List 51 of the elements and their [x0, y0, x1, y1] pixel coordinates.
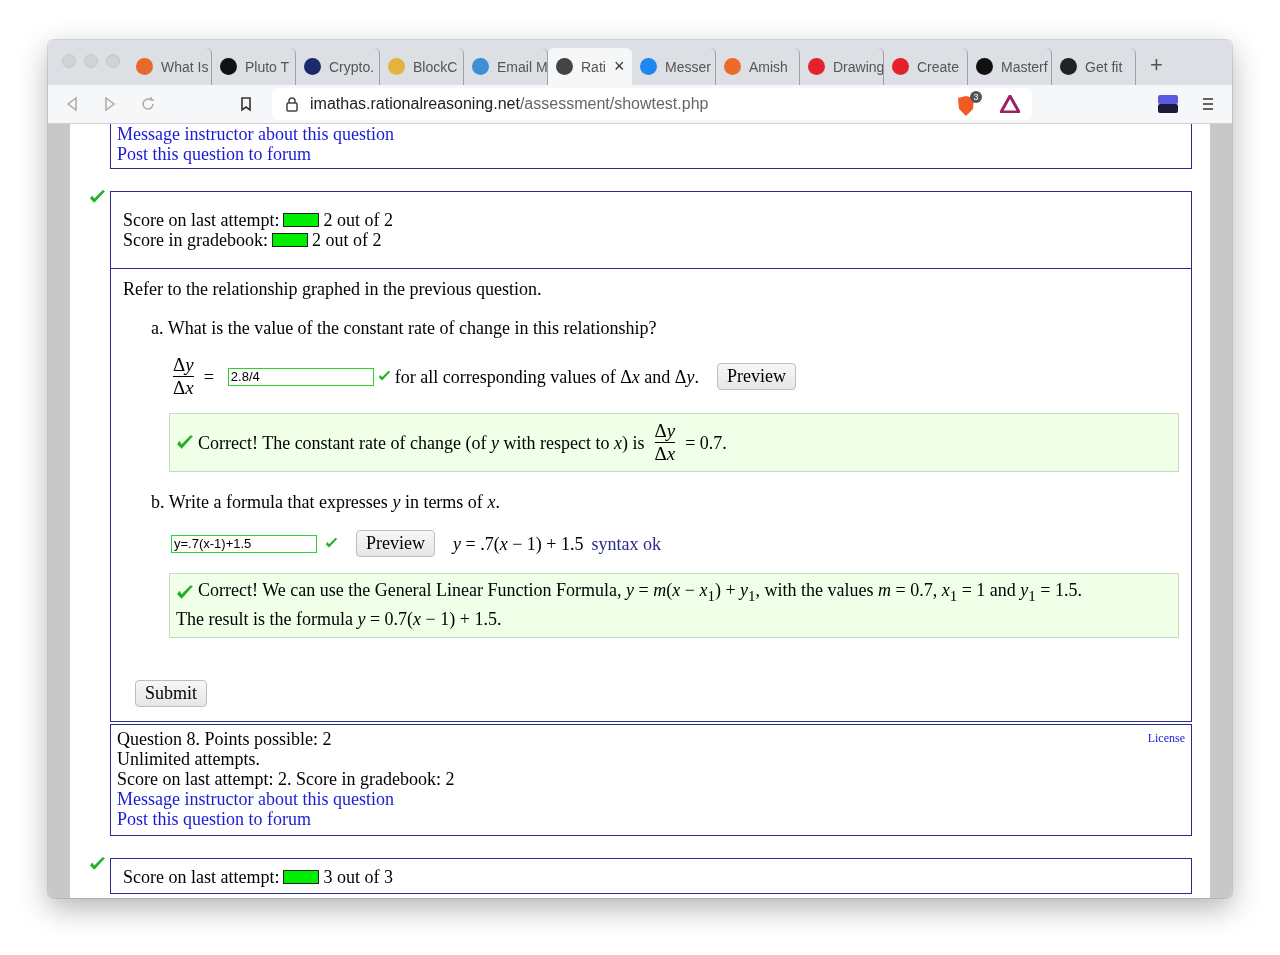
- preview-button[interactable]: Preview: [716, 363, 796, 390]
- syntax-status: syntax ok: [591, 533, 661, 554]
- lock-icon: [284, 96, 300, 112]
- score-label: Score in gradebook:: [123, 230, 268, 250]
- feedback-text: Correct! The constant rate of change (of y with respect to x) is: [198, 432, 645, 453]
- bookmark-icon[interactable]: [238, 96, 254, 112]
- question-text: b. Write a formula that expresses y in terms of x.: [151, 492, 500, 512]
- formula-preview: y = .7(x − 1) + 1.5: [453, 533, 584, 554]
- question-text: a. What is the value of the constant rate of change in this relationship?: [151, 318, 657, 338]
- info-text: Unlimited attempts.: [117, 748, 260, 769]
- forum-link[interactable]: Message instructor about this question: [117, 124, 394, 144]
- new-tab-button[interactable]: +: [1150, 52, 1163, 78]
- info-text: Question 8. Points possible: 2: [117, 728, 332, 749]
- question-text: Refer to the relationship graphed in the previous question.: [123, 279, 542, 299]
- browser-tab[interactable]: Rati ×: [548, 48, 632, 85]
- equals-sign: =: [203, 366, 214, 387]
- fraction: Δy Δx: [173, 354, 194, 399]
- feedback-text: Correct! We can use the General Linear Function Formula, y = m(x − x$_{1}$) + y$_{1}$, with the values m = 0.7, x$_{1}$ = 1 and y$_{1}$ = 1.5.: [198, 580, 1082, 606]
- fraction: Δy Δx: [654, 420, 676, 465]
- menu-icon[interactable]: [1200, 96, 1216, 112]
- check-icon: [89, 189, 106, 206]
- zoom-light[interactable]: [106, 54, 120, 68]
- feedback-text: = 0.7.: [685, 432, 727, 453]
- preview-button[interactable]: Preview: [356, 530, 435, 557]
- score-label: Score on last attempt:: [123, 866, 280, 887]
- reload-icon[interactable]: [140, 96, 156, 112]
- score-value: 3 out of 3: [323, 866, 393, 887]
- info-text: Score on last attempt: 2. Score in gradebook: 2: [117, 768, 455, 789]
- forum-link[interactable]: Message instructor about this question: [117, 788, 394, 809]
- extension-icon[interactable]: [1158, 95, 1178, 113]
- close-light[interactable]: [62, 54, 76, 68]
- check-icon: [89, 855, 106, 873]
- forum-link[interactable]: Post this question to forum: [117, 808, 311, 829]
- count-badge: 3: [970, 91, 982, 103]
- forum-link[interactable]: Post this question to forum: [117, 144, 311, 164]
- submit-button[interactable]: Submit: [135, 679, 207, 707]
- license-link[interactable]: License: [1147, 730, 1185, 746]
- back-icon[interactable]: [64, 96, 80, 112]
- close-tab-icon[interactable]: ×: [613, 56, 625, 77]
- score-value: 2 out of 2: [311, 230, 382, 250]
- shield-button[interactable]: 3: [956, 91, 982, 117]
- address-bar[interactable]: imathas.rationalreasoning.net/assessment/showtest.php 3: [272, 88, 1032, 120]
- triangle-icon[interactable]: [1000, 95, 1020, 113]
- score-value: 2 out of 2: [323, 210, 393, 230]
- answer-suffix: for all corresponding values of Δx and Δy.: [394, 366, 699, 387]
- minimize-light[interactable]: [84, 54, 98, 68]
- answer-field[interactable]: y=.7(x-1)+1.5: [171, 534, 317, 553]
- score-label: Score on last attempt:: [123, 210, 280, 230]
- answer-field[interactable]: 2.8/4: [227, 367, 374, 386]
- forward-icon[interactable]: [102, 96, 118, 112]
- feedback-text: The result is the formula y = 0.7(x − 1) + 1.5.: [176, 608, 502, 629]
